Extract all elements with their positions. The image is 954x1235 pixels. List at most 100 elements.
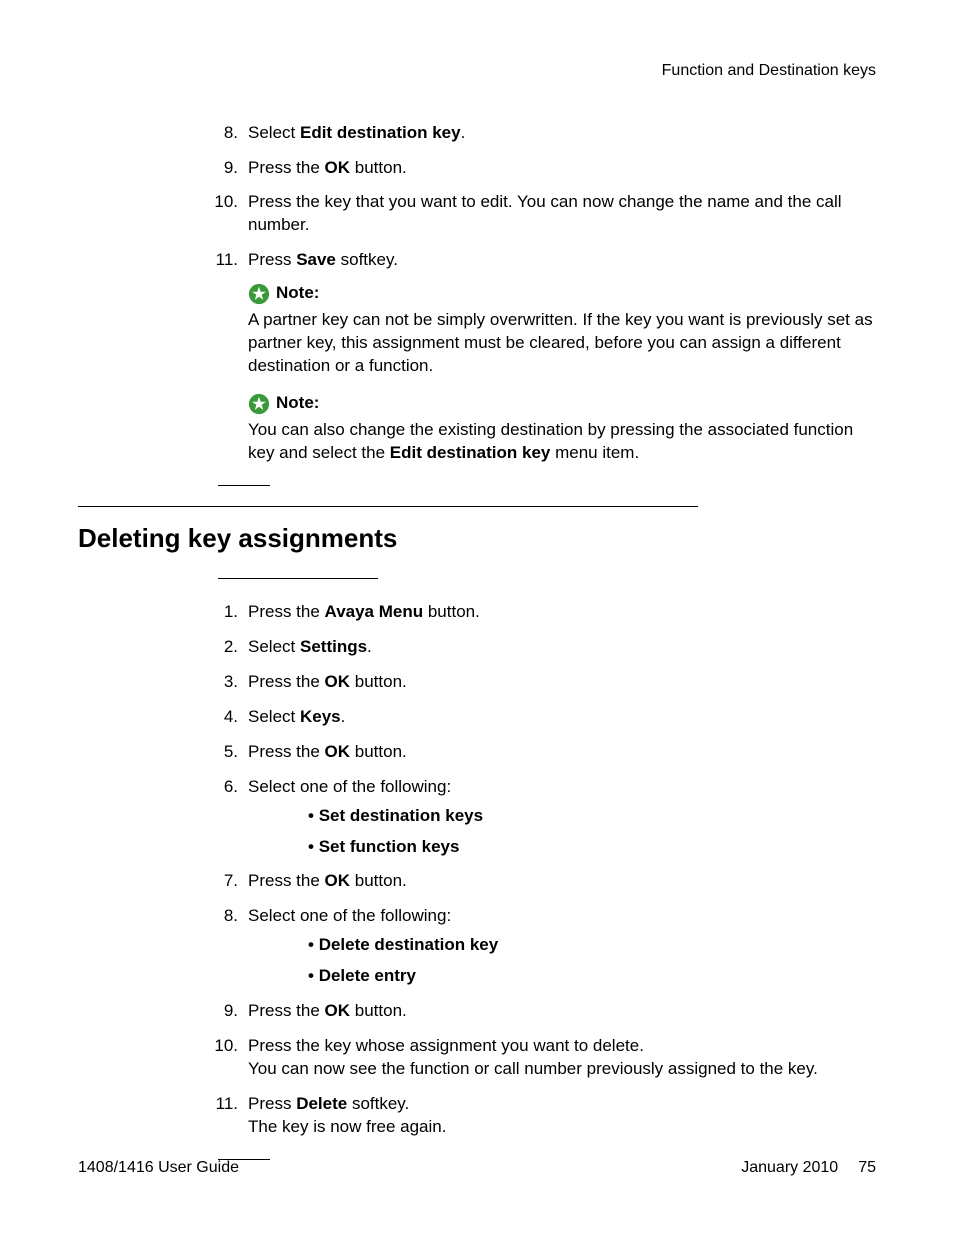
top-steps-block: 8. Select Edit destination key. 9. Press… xyxy=(218,122,876,465)
step-4: 4. Select Keys. xyxy=(218,706,876,729)
step-bold: Keys xyxy=(300,707,341,726)
section-heading: Deleting key assignments xyxy=(78,521,876,556)
step-text: button. xyxy=(350,1001,407,1020)
note-text: menu item. xyxy=(550,443,639,462)
short-rule xyxy=(218,485,270,486)
step-7: 7. Press the OK button. xyxy=(218,870,876,893)
option-bold: Delete entry xyxy=(319,966,416,985)
note-body: A partner key can not be simply overwrit… xyxy=(248,309,876,378)
step-text: . xyxy=(367,637,372,656)
page-footer: 1408/1416 User Guide January 2010 75 xyxy=(78,1157,876,1179)
step-number: 5. xyxy=(208,741,238,764)
step-3: 3. Press the OK button. xyxy=(218,671,876,694)
short-rule xyxy=(218,578,378,579)
step-text: button. xyxy=(350,158,407,177)
document-page: Function and Destination keys 8. Select … xyxy=(0,0,954,1235)
step-bold: OK xyxy=(325,158,351,177)
footer-date: January 2010 xyxy=(741,1157,838,1179)
step-number: 9. xyxy=(208,1000,238,1023)
footer-doc-title: 1408/1416 User Guide xyxy=(78,1157,239,1179)
step-text: Select one of the following: xyxy=(248,777,451,796)
footer-page-number: 75 xyxy=(858,1157,876,1179)
step-number: 10. xyxy=(208,1035,238,1058)
step-text: button. xyxy=(350,672,407,691)
section-rule xyxy=(78,506,698,507)
step-text: Press the xyxy=(248,672,325,691)
step-10: 10. Press the key that you want to edit.… xyxy=(218,191,876,237)
option-bold: Set function keys xyxy=(319,837,460,856)
option-item: Delete entry xyxy=(308,965,876,988)
step-number: 4. xyxy=(208,706,238,729)
step-text: Press xyxy=(248,250,296,269)
note-star-icon xyxy=(248,393,270,415)
step-text: . xyxy=(461,123,466,142)
step-text: Select xyxy=(248,123,300,142)
note-bold: Edit destination key xyxy=(390,443,551,462)
option-item: Set destination keys xyxy=(308,805,876,828)
step-bold: Save xyxy=(296,250,336,269)
step-6: 6. Select one of the following: Set dest… xyxy=(218,776,876,859)
step-text: Press xyxy=(248,1094,296,1113)
step-9: 9. Press the OK button. xyxy=(218,157,876,180)
step-number: 8. xyxy=(208,122,238,145)
running-header: Function and Destination keys xyxy=(78,60,876,82)
note-block-2: Note: You can also change the existing d… xyxy=(248,392,876,465)
step-text: Press the xyxy=(248,742,325,761)
note-label: Note: xyxy=(276,392,319,415)
note-label: Note: xyxy=(276,282,319,305)
step-bold: OK xyxy=(325,1001,351,1020)
step-bold: Settings xyxy=(300,637,367,656)
step-number: 10. xyxy=(208,191,238,214)
note-block-1: Note: A partner key can not be simply ov… xyxy=(248,282,876,378)
step-bold: Avaya Menu xyxy=(325,602,424,621)
step-number: 11. xyxy=(208,1093,238,1116)
step-5: 5. Press the OK button. xyxy=(218,741,876,764)
step-9: 9. Press the OK button. xyxy=(218,1000,876,1023)
step-number: 2. xyxy=(208,636,238,659)
step-text: Press the xyxy=(248,158,325,177)
step-bold: Delete xyxy=(296,1094,347,1113)
option-bold: Set destination keys xyxy=(319,806,483,825)
step-text: button. xyxy=(350,742,407,761)
step-bold: OK xyxy=(325,672,351,691)
step-text: Press the xyxy=(248,871,325,890)
sub-options: Delete destination key Delete entry xyxy=(308,934,876,988)
step-2: 2. Select Settings. xyxy=(218,636,876,659)
step-number: 1. xyxy=(208,601,238,624)
step-text: Press the xyxy=(248,1001,325,1020)
step-text: Select xyxy=(248,637,300,656)
step-text: button. xyxy=(423,602,480,621)
step-text: button. xyxy=(350,871,407,890)
step-number: 11. xyxy=(208,249,238,272)
step-number: 3. xyxy=(208,671,238,694)
note-body: You can also change the existing destina… xyxy=(248,419,876,465)
step-text: softkey. xyxy=(347,1094,409,1113)
option-item: Delete destination key xyxy=(308,934,876,957)
step-text: Press the key that you want to edit. You… xyxy=(248,192,842,234)
option-item: Set function keys xyxy=(308,836,876,859)
step-8: 8. Select Edit destination key. xyxy=(218,122,876,145)
note-star-icon xyxy=(248,283,270,305)
step-11: 11. Press Save softkey. Note: A partner … xyxy=(218,249,876,465)
step-11: 11. Press Delete softkey. The key is now… xyxy=(218,1093,876,1139)
step-number: 9. xyxy=(208,157,238,180)
step-text: softkey. xyxy=(336,250,398,269)
step-text: You can now see the function or call num… xyxy=(248,1058,876,1081)
step-bold: OK xyxy=(325,742,351,761)
step-bold: OK xyxy=(325,871,351,890)
step-10: 10. Press the key whose assignment you w… xyxy=(218,1035,876,1081)
option-bold: Delete destination key xyxy=(319,935,499,954)
step-bold: Edit destination key xyxy=(300,123,461,142)
sub-options: Set destination keys Set function keys xyxy=(308,805,876,859)
step-text: Press the key whose assignment you want … xyxy=(248,1035,876,1058)
step-8: 8. Select one of the following: Delete d… xyxy=(218,905,876,988)
step-text: Press the xyxy=(248,602,325,621)
step-number: 6. xyxy=(208,776,238,799)
step-number: 7. xyxy=(208,870,238,893)
deleting-steps-block: 1. Press the Avaya Menu button. 2. Selec… xyxy=(218,601,876,1139)
step-text: Select one of the following: xyxy=(248,906,451,925)
step-text: . xyxy=(341,707,346,726)
step-text: Select xyxy=(248,707,300,726)
step-text: The key is now free again. xyxy=(248,1116,876,1139)
step-number: 8. xyxy=(208,905,238,928)
